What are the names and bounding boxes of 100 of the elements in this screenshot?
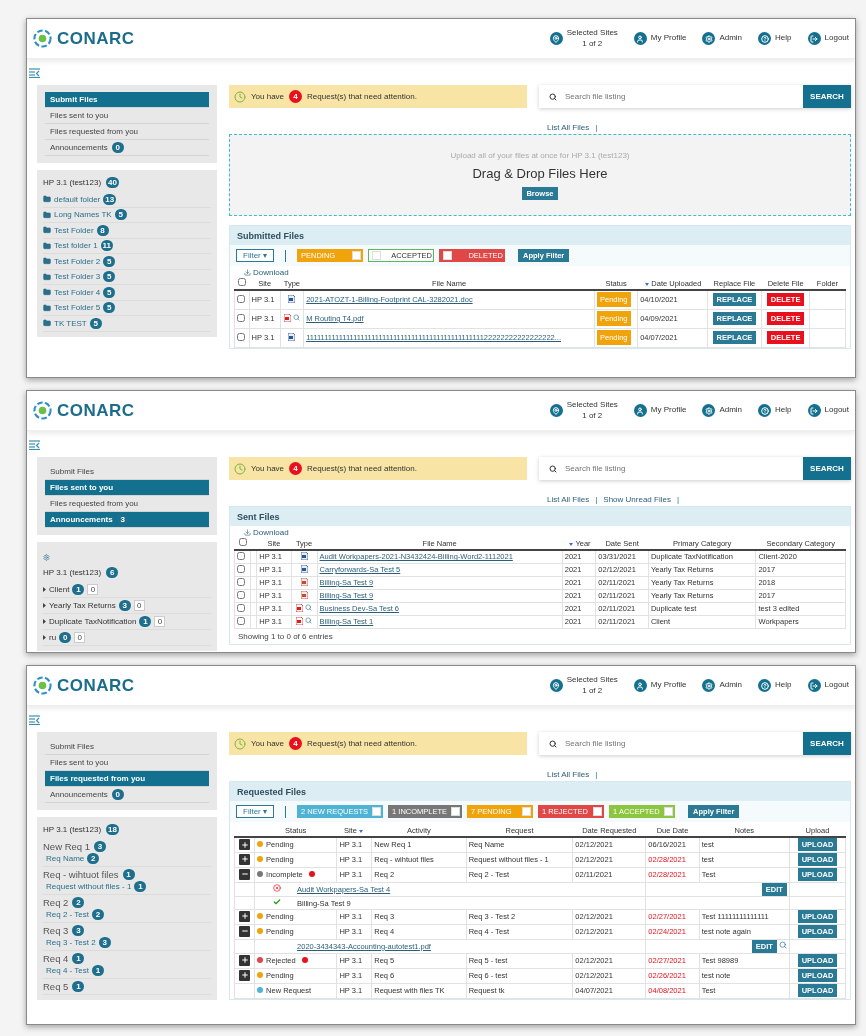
collapse-button[interactable] <box>239 868 251 880</box>
request-link[interactable]: New Req 1 <box>43 841 90 852</box>
request-item-link[interactable]: Req 4 - Test <box>46 966 89 975</box>
document-icon <box>300 577 308 586</box>
request-link[interactable]: Req 3 <box>43 925 69 936</box>
search-icon <box>549 464 557 473</box>
count-badge: 1 <box>139 616 152 627</box>
category-link[interactable]: Yearly Tax Returns <box>49 601 116 610</box>
nav-link[interactable]: Selected Sites 1 of 2 <box>549 400 618 421</box>
folder-link[interactable]: Test folder 1 <box>54 241 98 251</box>
nav-link[interactable]: Admin <box>702 32 743 45</box>
sidebar-item[interactable]: Announcements 3 <box>45 512 209 528</box>
request-item-link[interactable]: Request without files - 1 <box>46 882 132 891</box>
sidebar-item[interactable]: Submit Files <box>45 92 209 108</box>
sidebar-item[interactable]: Announcements 0 <box>45 787 209 803</box>
filter-dropdown[interactable]: Filter ▾ <box>236 805 274 818</box>
sidebar-item[interactable]: Submit Files <box>45 739 209 755</box>
search-button[interactable]: SEARCH <box>803 457 851 480</box>
request-item-link[interactable]: Req 3 - Test 2 <box>46 938 96 947</box>
count-box: 0 <box>74 632 86 643</box>
search-button[interactable]: SEARCH <box>803 732 851 755</box>
nav-link[interactable]: Selected Sites 1 of 2 <box>549 675 618 696</box>
sidebar-item[interactable]: Files requested from you <box>45 771 209 787</box>
download-link[interactable]: Download <box>253 268 289 277</box>
filter-dropdown[interactable]: Filter ▾ <box>236 249 274 262</box>
row-checkbox[interactable] <box>237 294 245 303</box>
sidebar-item[interactable]: Files requested from you <box>45 124 209 140</box>
nav-link[interactable]: Help <box>758 679 792 692</box>
count-badge: 4 <box>289 90 303 103</box>
request-item-link[interactable]: Req Name <box>46 854 85 863</box>
search-field[interactable]: Search file listing SEARCH <box>539 85 851 108</box>
sidebar-item[interactable]: Announcements 0 <box>45 140 209 156</box>
expand-button[interactable] <box>239 954 251 966</box>
nav-link[interactable]: Help <box>758 32 792 45</box>
help-icon <box>758 32 772 45</box>
search-icon[interactable] <box>292 314 300 321</box>
expand-button[interactable] <box>239 969 251 981</box>
expand-button[interactable] <box>239 853 251 865</box>
select-all-checkbox[interactable] <box>238 538 247 546</box>
search-field[interactable]: Search file listing SEARCH <box>539 457 851 480</box>
folder-link[interactable]: Test Folder <box>54 225 94 235</box>
folder-link[interactable]: Test Folder 5 <box>54 303 101 313</box>
row-checkbox[interactable] <box>237 313 245 322</box>
folder-icon <box>43 210 51 219</box>
nav-link[interactable]: Logout <box>807 32 849 45</box>
nav-link[interactable]: My Profile <box>633 32 687 45</box>
row-checkbox[interactable] <box>237 564 245 573</box>
nav-link[interactable]: Selected Sites 1 of 2 <box>549 28 618 49</box>
nav-link[interactable]: Help <box>758 404 792 417</box>
nav-link[interactable]: Admin <box>702 679 743 692</box>
filter-link[interactable]: List All Files <box>547 769 590 779</box>
select-all-checkbox[interactable] <box>237 278 246 286</box>
logo-icon <box>33 29 52 48</box>
search-icon[interactable] <box>778 940 787 949</box>
search-icon <box>549 92 557 101</box>
nav-link[interactable]: Logout <box>807 404 849 417</box>
row-checkbox[interactable] <box>237 551 245 560</box>
request-link[interactable]: Req 5 <box>43 981 69 992</box>
nav-link[interactable]: My Profile <box>633 679 687 692</box>
request-link[interactable]: Req - wihtuot files <box>43 869 119 880</box>
folder-link[interactable]: Long Names TK <box>54 210 112 220</box>
row-checkbox[interactable] <box>237 616 245 625</box>
category-link[interactable]: Duplicate TaxNotification <box>49 617 137 626</box>
expand-button[interactable] <box>239 910 251 922</box>
menu-toggle-icon[interactable] <box>29 715 40 725</box>
search-icon[interactable] <box>305 604 313 611</box>
download-link[interactable]: Download <box>253 528 289 537</box>
filter-link[interactable]: List All Files <box>547 494 590 504</box>
nav-link[interactable]: My Profile <box>633 404 687 417</box>
request-link[interactable]: Req 4 <box>43 953 69 964</box>
sidebar-item[interactable]: Files sent to you <box>45 480 209 496</box>
folder-link[interactable]: default folder <box>54 194 101 204</box>
category-link[interactable]: Client <box>49 585 70 594</box>
banner-text: Request(s) that need attention. <box>307 464 417 473</box>
count-badge: 40 <box>106 177 119 188</box>
filter-link[interactable]: List All Files <box>547 122 590 132</box>
menu-toggle-icon[interactable] <box>29 68 40 78</box>
menu-toggle-icon[interactable] <box>29 440 40 450</box>
document-icon <box>288 332 296 341</box>
row-checkbox[interactable] <box>237 603 245 612</box>
caret-icon <box>43 635 46 640</box>
collapse-button[interactable] <box>239 925 251 937</box>
request-item-link[interactable]: Req 2 - Test <box>46 910 89 919</box>
folder-link[interactable]: Test Folder 3 <box>54 272 101 282</box>
folder-link[interactable]: Test Folder 2 <box>54 256 101 266</box>
row-checkbox[interactable] <box>237 577 245 586</box>
request-link[interactable]: Req 2 <box>43 897 69 908</box>
search-button[interactable]: SEARCH <box>803 85 851 108</box>
folder-link[interactable]: TK TEST <box>54 318 87 328</box>
category-link[interactable]: ru <box>49 633 57 642</box>
folder-link[interactable]: Test Folder 4 <box>54 287 101 297</box>
nav-link[interactable]: Logout <box>807 679 849 692</box>
row-checkbox[interactable] <box>237 332 245 341</box>
search-field[interactable]: Search file listing SEARCH <box>539 732 851 755</box>
nav-link[interactable]: Admin <box>702 404 743 417</box>
row-checkbox[interactable] <box>237 590 245 599</box>
filter-link[interactable]: Show Unread Files <box>603 494 671 504</box>
sidebar-item[interactable]: Files sent to you <box>45 108 209 124</box>
search-icon[interactable] <box>305 617 313 624</box>
expand-button[interactable] <box>239 839 251 850</box>
